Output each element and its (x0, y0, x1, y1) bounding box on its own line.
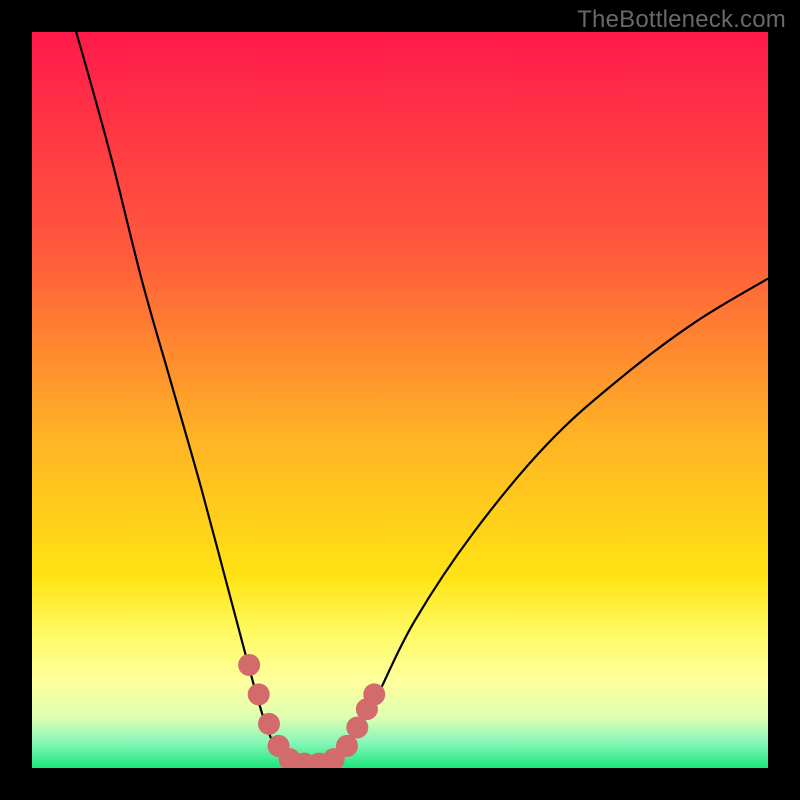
highlight-dot (363, 683, 385, 705)
chart-container: TheBottleneck.com (0, 0, 800, 800)
highlight-dot (258, 713, 280, 735)
highlight-dot (336, 735, 358, 757)
gradient-background (32, 32, 768, 768)
chart-svg (32, 32, 768, 768)
highlight-dot (238, 654, 260, 676)
plot-area (32, 32, 768, 768)
highlight-dot (248, 683, 270, 705)
watermark-text: TheBottleneck.com (577, 6, 786, 34)
